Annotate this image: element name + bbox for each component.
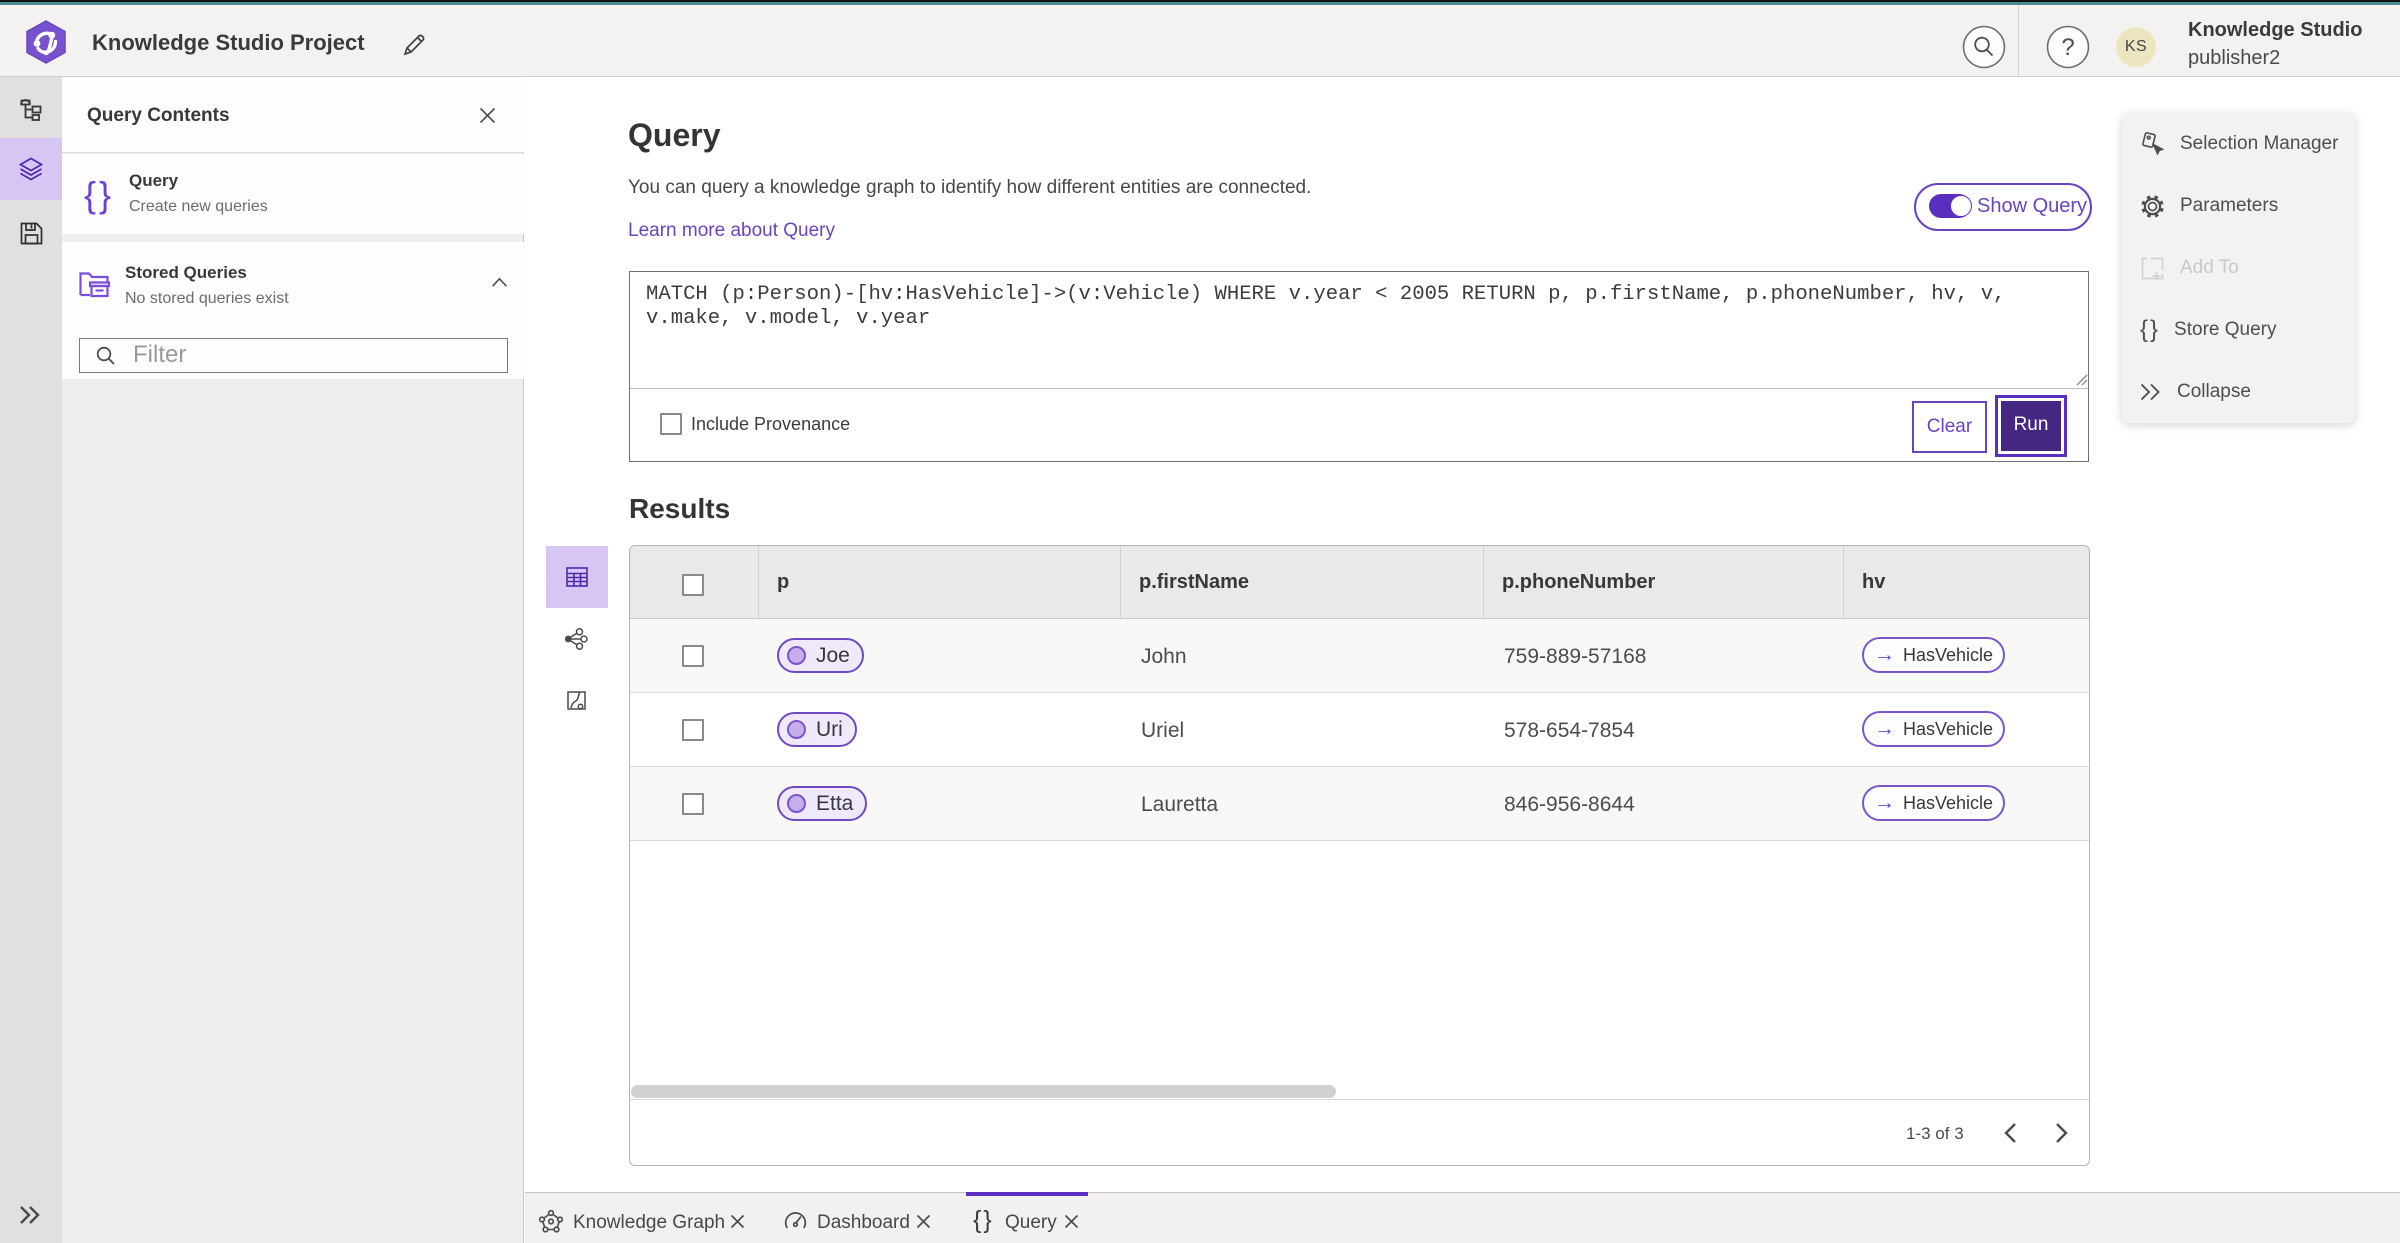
svg-text:?: ? <box>2061 34 2074 61</box>
